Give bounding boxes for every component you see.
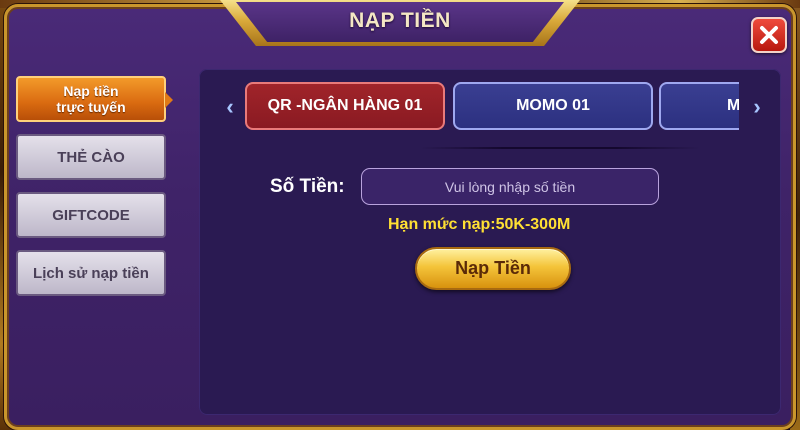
sidebar-item-deposit-history[interactable]: Lịch sử nạp tiền <box>16 250 166 296</box>
sidebar-item-scratch-card[interactable]: THẺ CÀO <box>16 134 166 180</box>
tab-momo[interactable]: MOMO 01 <box>453 82 653 130</box>
tab-next-method[interactable]: M <box>659 82 739 130</box>
close-button[interactable] <box>751 17 787 53</box>
payment-method-tabs: QR -NGÂN HÀNG 01 MOMO 01 M <box>245 80 739 134</box>
chevron-left-icon[interactable]: ‹ <box>221 96 239 118</box>
sidebar-item-label: Lịch sử nạp tiền <box>33 264 149 282</box>
tab-qr-bank[interactable]: QR -NGÂN HÀNG 01 <box>245 82 445 130</box>
deposit-button-label: Nạp Tiền <box>455 258 531 278</box>
amount-input[interactable] <box>361 168 659 205</box>
sidebar-item-label: GIFTCODE <box>52 206 130 224</box>
sidebar-item-label-line1: Nạp tiền <box>63 83 119 99</box>
sidebar-item-giftcode[interactable]: GIFTCODE <box>16 192 166 238</box>
tab-label: MOMO 01 <box>516 97 590 114</box>
amount-label: Số Tiền: <box>270 176 345 197</box>
tab-label: M <box>727 97 739 114</box>
tab-label: QR -NGÂN HÀNG 01 <box>267 97 423 114</box>
divider <box>420 147 700 149</box>
chevron-right-icon[interactable]: › <box>748 96 766 118</box>
sidebar-item-label: THẺ CÀO <box>57 148 125 166</box>
deposit-limit-text: Hạn mức nạp:50K-300M <box>388 216 571 233</box>
deposit-button[interactable]: Nạp Tiền <box>415 247 571 290</box>
dialog-title: NẠP TIỀN <box>349 9 451 32</box>
sidebar-item-label-line2: trực tuyến <box>56 99 126 115</box>
close-icon <box>760 26 778 44</box>
sidebar-item-online-deposit[interactable]: Nạp tiền trực tuyến <box>16 76 173 122</box>
